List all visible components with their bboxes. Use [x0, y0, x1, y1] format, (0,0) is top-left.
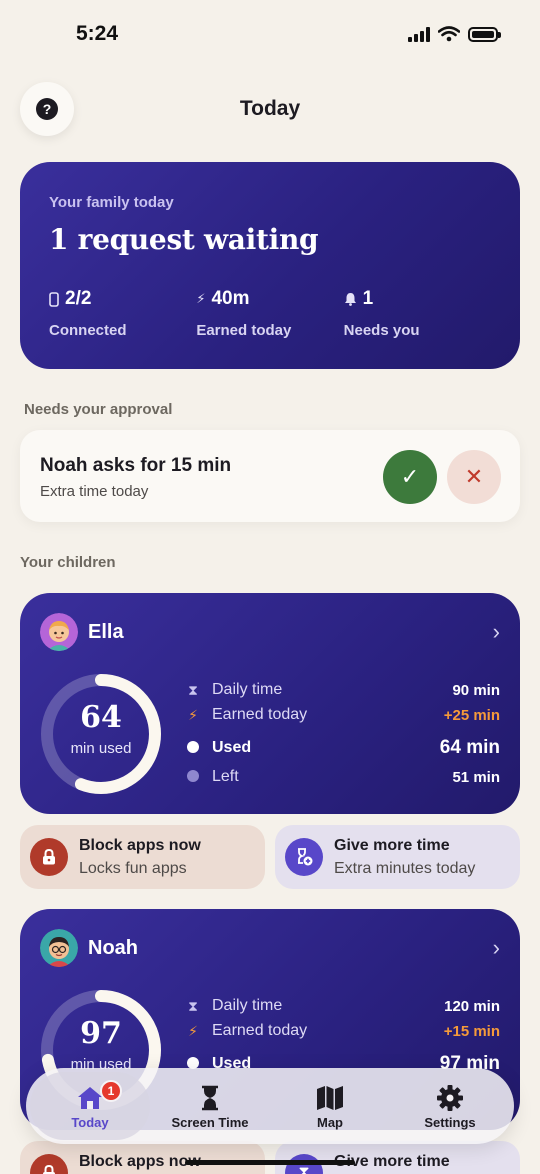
tab-today[interactable]: Today 1 [30, 1072, 150, 1140]
tab-screen-time[interactable]: Screen Time [150, 1072, 270, 1140]
lock-icon [30, 1154, 68, 1174]
tab-label: Map [317, 1114, 343, 1130]
phone-icon [49, 291, 59, 307]
child-card-ella[interactable]: Ella › 64 min used ⧗ Daily time 90 min ⚡… [20, 593, 520, 814]
detail-daily-time: ⧗ Daily time 90 min [186, 681, 500, 699]
chevron-right-icon[interactable]: › [493, 619, 500, 645]
detail-used: Used 64 min [186, 737, 500, 759]
detail-earned-today: ⚡︎ Earned today +15 min [186, 1022, 500, 1040]
approve-button[interactable]: ✓ [383, 450, 437, 504]
hourglass-icon [200, 1083, 220, 1113]
stat-value: 40m [211, 288, 250, 309]
approval-request-card: Noah asks for 15 min Extra time today ✓ … [20, 430, 520, 522]
dot-icon [186, 740, 200, 756]
page-title: Today [239, 97, 301, 120]
tab-settings[interactable]: Settings [390, 1072, 510, 1140]
action-subtitle: Extra minutes today [334, 860, 476, 877]
bolt-icon: ⚡︎ [196, 291, 206, 306]
stat-value: 2/2 [65, 288, 92, 309]
ring-unit: min used [70, 740, 132, 757]
summary-stats: 2/2 Connected ⚡︎ 40m Earned today 1 Need… [49, 288, 491, 339]
check-icon: ✓ [400, 464, 420, 489]
detail-daily-time: ⧗ Daily time 120 min [186, 997, 500, 1015]
tab-map[interactable]: Map [270, 1072, 390, 1140]
section-label-children: Your children [20, 554, 116, 571]
bell-icon [344, 293, 356, 306]
avatar [40, 613, 78, 651]
battery-icon [468, 26, 501, 42]
tab-label: Settings [424, 1114, 476, 1130]
give-more-time-button[interactable]: ⧗ Give more time [275, 1141, 520, 1174]
signal-icon [408, 26, 430, 42]
dot-icon [186, 769, 200, 785]
request-title: Noah asks for 15 min [40, 455, 232, 476]
block-apps-button[interactable]: Block apps now [20, 1141, 265, 1174]
stat-label: Needs you [343, 322, 420, 339]
action-subtitle: Locks fun apps [79, 860, 187, 877]
wifi-icon [438, 26, 460, 42]
bolt-icon: ⚡︎ [188, 706, 198, 723]
detail-earned-today: ⚡︎ Earned today +25 min [186, 706, 500, 724]
stat-label: Earned today [196, 322, 292, 339]
stat-connected: 2/2 Connected [49, 288, 196, 339]
map-icon [316, 1083, 344, 1113]
close-icon: ✕ [464, 464, 484, 489]
stat-earned: ⚡︎ 40m Earned today [196, 288, 343, 339]
child-name: Ella [88, 621, 124, 643]
status-time: 5:24 [76, 22, 119, 45]
summary-headline: 1 request waiting [49, 223, 319, 256]
ring-value: 64 [80, 700, 122, 735]
status-bar: 5:24 [0, 0, 540, 70]
stat-value: 1 [362, 288, 374, 309]
summary-kicker: Your family today [49, 194, 174, 211]
section-label-approval: Needs your approval [24, 401, 173, 418]
action-title: Block apps now [79, 837, 201, 854]
reject-button[interactable]: ✕ [447, 450, 501, 504]
lock-icon [30, 838, 68, 876]
tab-label: Screen Time [171, 1114, 249, 1130]
give-more-time-button[interactable]: Give more time Extra minutes today [275, 825, 520, 889]
bolt-icon: ⚡︎ [188, 1022, 198, 1039]
gear-icon [436, 1083, 464, 1113]
hourglass-icon: ⧗ [188, 681, 198, 698]
hourglass-plus-icon [285, 838, 323, 876]
request-subtitle: Extra time today [40, 483, 149, 500]
block-apps-button[interactable]: Block apps now Locks fun apps [20, 825, 265, 889]
stat-needs-you: 1 Needs you [344, 288, 491, 339]
detail-left: Left 51 min [186, 768, 500, 786]
home-indicator [185, 1160, 355, 1165]
child-name: Noah [88, 937, 138, 959]
status-icons [408, 26, 501, 42]
chevron-right-icon[interactable]: › [493, 935, 500, 961]
tab-bar: Today 1 Screen Time Map Settings [26, 1068, 514, 1144]
notification-badge: 1 [100, 1080, 122, 1102]
stat-label: Connected [49, 322, 127, 339]
family-summary-card: Your family today 1 request waiting 2/2 … [20, 162, 520, 369]
hourglass-icon: ⧗ [188, 997, 198, 1014]
ring-value: 97 [80, 1016, 122, 1051]
action-title: Block apps now [79, 1153, 201, 1170]
tab-label: Today [71, 1114, 109, 1130]
avatar [40, 929, 78, 967]
action-title: Give more time [334, 837, 450, 854]
